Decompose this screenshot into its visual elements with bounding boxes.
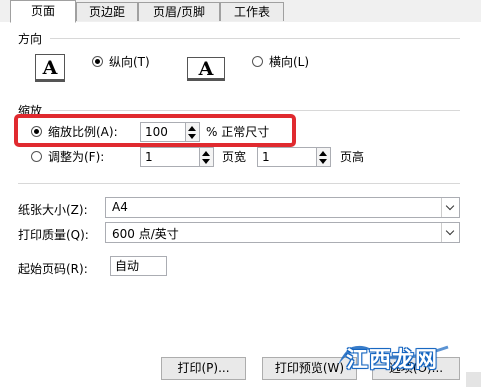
spin-up-icon[interactable]: [319, 151, 327, 156]
print-button[interactable]: 打印(P)...: [161, 357, 246, 380]
spin-down-icon[interactable]: [319, 159, 327, 164]
scroll-corner: [466, 372, 481, 387]
watermark-logo: 江西龙网: [336, 335, 454, 375]
tab-strip: 页面 页边距 页眉/页脚 工作表: [0, 0, 481, 23]
chevron-down-icon[interactable]: [441, 198, 459, 217]
scaling-divider: [50, 110, 460, 111]
fit-wide-spinner[interactable]: [200, 147, 214, 167]
orientation-section-label: 方向: [18, 32, 43, 46]
first-page-input[interactable]: 自动: [110, 256, 167, 276]
fit-tall-unit: 页高: [340, 150, 365, 164]
landscape-radio[interactable]: [252, 56, 263, 67]
print-quality-label: 打印质量(Q):: [18, 228, 89, 242]
fit-radio[interactable]: [31, 151, 42, 162]
print-quality-dropdown[interactable]: 600 点/英寸: [105, 222, 460, 243]
watermark-text: 江西龙网: [346, 348, 439, 373]
spin-up-icon[interactable]: [202, 151, 210, 156]
highlight-box: [14, 114, 296, 147]
fit-tall-input[interactable]: 1: [257, 147, 317, 167]
page-setup-panel: 方向 A 纵向(T) A 横向(L) 缩放 缩放比例(A): 100 % 正常尺…: [0, 22, 481, 387]
paper-divider: [18, 183, 460, 184]
fit-wide-input[interactable]: 1: [140, 147, 200, 167]
tab-margins[interactable]: 页边距: [76, 2, 138, 21]
paper-size-label: 纸张大小(Z):: [18, 203, 88, 217]
portrait-radio[interactable]: [92, 56, 103, 67]
spin-down-icon[interactable]: [202, 159, 210, 164]
orientation-divider: [50, 38, 460, 39]
fit-wide-unit: 页宽: [222, 150, 247, 164]
fit-tall-spinner[interactable]: [317, 147, 331, 167]
paper-size-dropdown[interactable]: A4: [105, 197, 460, 218]
first-page-label: 起始页码(R):: [18, 262, 88, 276]
paper-size-value: A4: [112, 200, 128, 214]
portrait-label[interactable]: 纵向(T): [109, 53, 150, 70]
portrait-page-icon: A: [35, 54, 65, 82]
landscape-label[interactable]: 横向(L): [269, 53, 309, 70]
tab-header-footer[interactable]: 页眉/页脚: [138, 2, 220, 21]
print-quality-value: 600 点/英寸: [112, 227, 179, 241]
fit-label[interactable]: 调整为(F):: [48, 148, 104, 165]
tab-sheet[interactable]: 工作表: [220, 2, 284, 21]
landscape-page-icon: A: [187, 57, 225, 81]
tab-page[interactable]: 页面: [10, 0, 76, 23]
chevron-down-icon[interactable]: [441, 223, 459, 242]
